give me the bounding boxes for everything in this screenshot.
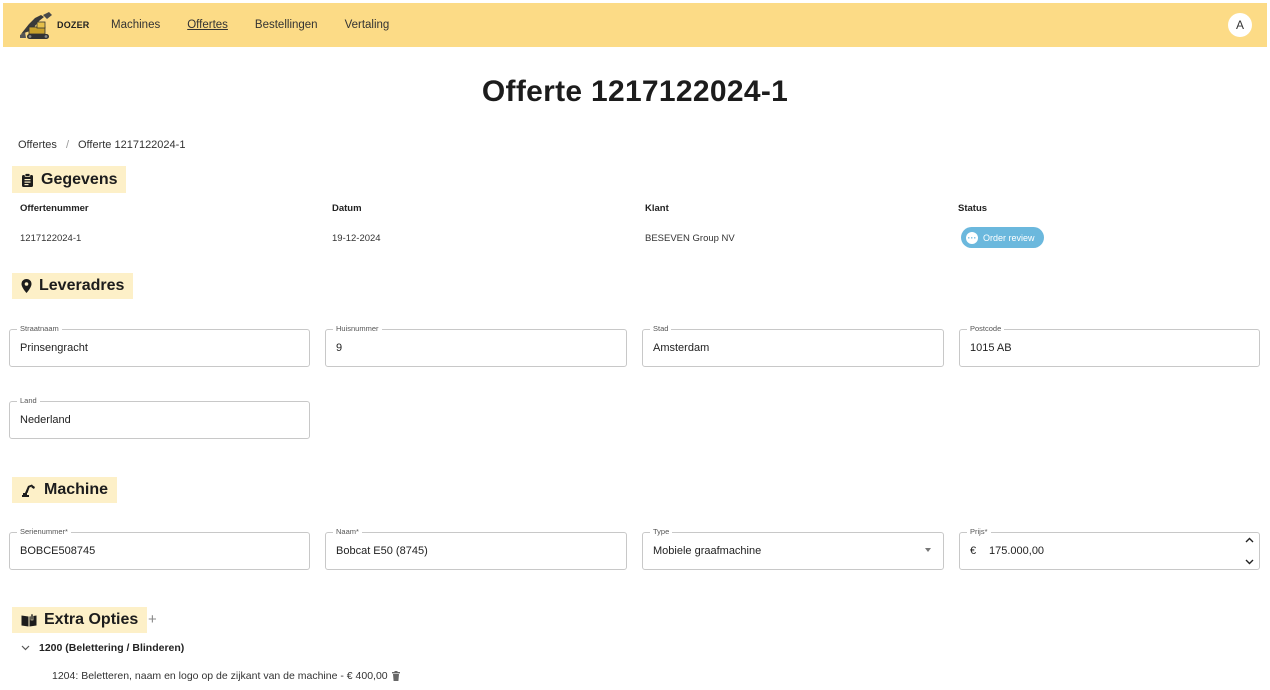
field-value: Prinsengracht [20, 342, 88, 354]
clipboard-icon [22, 172, 33, 187]
field-label: Serienummer* [17, 527, 71, 536]
label-offertenummer: Offertenummer [20, 203, 89, 214]
field-label: Prijs* [967, 527, 991, 536]
label-datum: Datum [332, 203, 362, 214]
huisnummer-field[interactable]: Huisnummer 9 [325, 324, 627, 367]
value-offertenummer: 1217122024-1 [20, 233, 82, 244]
field-value: Mobiele graafmachine [653, 545, 762, 557]
user-avatar[interactable]: A [1228, 13, 1252, 37]
prijs-field[interactable]: Prijs* € 175.000,00 [959, 527, 1260, 570]
status-badge-label: Order review [983, 232, 1035, 243]
trash-icon[interactable] [391, 671, 400, 681]
section-heading-leveradres: Leveradres [12, 273, 134, 299]
breadcrumb-offertes-link[interactable]: Offertes [18, 139, 57, 151]
excavator-logo-icon [20, 12, 52, 39]
field-value: 9 [336, 342, 343, 354]
chevron-down-icon [21, 645, 30, 651]
field-label: Type [650, 527, 673, 536]
breadcrumb-current: Offerte 1217122024-1 [78, 139, 186, 151]
excavator-icon [22, 484, 35, 497]
postcode-field[interactable]: Postcode 1015 AB [959, 324, 1260, 367]
stad-field[interactable]: Stad Amsterdam [642, 324, 944, 367]
status-badge: ··· Order review [961, 227, 1044, 248]
field-label: Land [17, 396, 40, 405]
field-value: BOBCE508745 [20, 545, 96, 557]
book-icon [21, 613, 37, 626]
main-nav: Machines Offertes Bestellingen Vertaling [111, 19, 416, 31]
nav-item-machines[interactable]: Machines [111, 19, 160, 31]
section-title: Machine [44, 481, 109, 498]
add-option-button[interactable]: + [148, 611, 157, 628]
field-label: Naam* [333, 527, 362, 536]
dropdown-arrow-icon[interactable] [925, 548, 931, 552]
breadcrumb: Offertes / Offerte 1217122024-1 [18, 139, 185, 151]
section-heading-extra-opties: Extra Opties [12, 607, 148, 633]
field-value: Amsterdam [653, 342, 710, 354]
more-dots-icon: ··· [966, 231, 978, 244]
nav-item-offertes[interactable]: Offertes [187, 19, 228, 31]
naam-field[interactable]: Naam* Bobcat E50 (8745) [325, 527, 627, 570]
option-group-1200[interactable]: 1200 (Belettering / Blinderen) [21, 642, 184, 654]
chevron-down-icon[interactable] [1245, 559, 1254, 565]
nav-item-bestellingen[interactable]: Bestellingen [255, 19, 318, 31]
section-title: Leveradres [39, 277, 125, 294]
field-value: 175.000,00 [989, 545, 1045, 557]
logo-text: DOZER [57, 20, 90, 30]
value-klant: BESEVEN Group NV [645, 233, 735, 244]
land-field[interactable]: Land Nederland [9, 396, 310, 439]
location-pin-icon [21, 279, 32, 293]
top-navigation-bar: DOZER Machines Offertes Bestellingen Ver… [3, 3, 1267, 47]
section-heading-machine: Machine [12, 477, 118, 503]
page-title: Offerte 1217122024-1 [481, 75, 789, 108]
field-value: Nederland [20, 414, 71, 426]
currency-symbol: € [970, 545, 977, 557]
label-klant: Klant [645, 203, 669, 214]
section-heading-gegevens: Gegevens [12, 166, 127, 193]
straatnaam-field[interactable]: Straatnaam Prinsengracht [9, 324, 310, 367]
field-label: Straatnaam [17, 324, 62, 333]
breadcrumb-separator: / [65, 139, 69, 151]
section-title: Gegevens [41, 170, 118, 188]
field-label: Stad [650, 324, 672, 333]
dozer-logo[interactable]: DOZER [19, 9, 99, 41]
option-group-label: 1200 (Belettering / Blinderen) [39, 642, 185, 654]
field-label: Postcode [967, 324, 1005, 333]
chevron-up-icon[interactable] [1245, 537, 1254, 543]
number-stepper[interactable] [1244, 537, 1254, 565]
type-select[interactable]: Type Mobiele graafmachine [642, 527, 944, 570]
label-status: Status [958, 203, 988, 214]
section-title: Extra Opties [44, 611, 139, 628]
value-datum: 19-12-2024 [332, 233, 381, 244]
option-item-label: 1204: Beletteren, naam en logo op de zij… [52, 670, 388, 682]
field-label: Huisnummer [333, 324, 382, 333]
field-value: Bobcat E50 (8745) [336, 545, 428, 557]
serienummer-field[interactable]: Serienummer* BOBCE508745 [9, 527, 310, 570]
option-item-1204: 1204: Beletteren, naam en logo op de zij… [52, 670, 400, 682]
nav-item-vertaling[interactable]: Vertaling [345, 19, 390, 31]
field-value: 1015 AB [970, 342, 1012, 354]
